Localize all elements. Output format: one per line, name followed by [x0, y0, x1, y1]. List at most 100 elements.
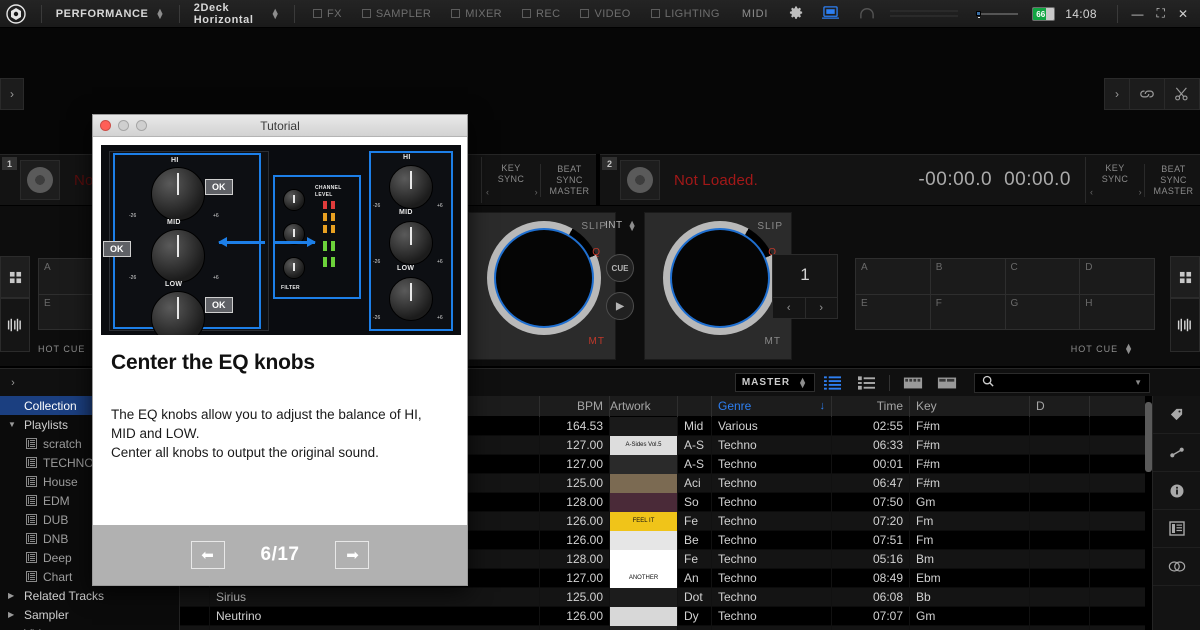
deck-count-selector[interactable]: 1 ‹ › — [772, 254, 838, 319]
scissors-icon[interactable] — [1164, 78, 1200, 110]
quantize-label[interactable]: Q — [592, 247, 601, 258]
deck-1-jog-wheel[interactable]: SLIP Q MT — [468, 212, 616, 360]
maximize-button[interactable]: ⛶ — [1157, 6, 1165, 21]
deck-2-jog-wheel[interactable]: SLIP Q MT — [644, 212, 792, 360]
sidebar-item-related-tracks[interactable]: ▶Related Tracks — [0, 586, 179, 605]
jog-dial[interactable] — [487, 221, 601, 335]
deck-2-hotcue-pads[interactable]: A B C D E F G H — [855, 258, 1155, 330]
toggle-video[interactable]: VIDEO — [570, 8, 640, 20]
checkbox-icon[interactable] — [580, 9, 589, 18]
column-header-time[interactable]: Time — [832, 396, 910, 417]
sidebar-collapse-button[interactable]: › — [0, 370, 26, 396]
hotcue-pad[interactable]: A — [856, 259, 930, 294]
midi-button[interactable]: MIDI — [730, 8, 780, 20]
toggle-lighting[interactable]: LIGHTING — [641, 8, 730, 20]
cue-button[interactable]: CUE — [606, 254, 634, 282]
expander-icon[interactable]: ▶ — [8, 610, 18, 619]
table-row[interactable]: Neutrino126.00DyTechno07:07Gm — [180, 607, 1152, 626]
beat-grid-icon[interactable] — [0, 298, 30, 352]
hotcue-pad[interactable]: A — [39, 259, 95, 294]
maximize-icon[interactable] — [136, 120, 147, 131]
link-icon[interactable] — [1129, 78, 1165, 110]
chevron-updown-icon[interactable]: ▲▼ — [1124, 344, 1134, 354]
expander-icon[interactable]: ▼ — [8, 420, 18, 429]
toggle-rec[interactable]: REC — [512, 8, 570, 20]
detail-view-icon[interactable] — [849, 370, 883, 396]
master-volume-slider[interactable] — [962, 13, 1032, 15]
toggle-sampler[interactable]: SAMPLER — [352, 8, 441, 20]
master-tempo-label[interactable]: MT — [589, 336, 605, 347]
checkbox-icon[interactable] — [362, 9, 371, 18]
tutorial-titlebar[interactable]: Tutorial — [93, 115, 467, 137]
minimize-icon[interactable] — [118, 120, 129, 131]
sidebar-item-video[interactable]: ▶Video — [0, 624, 179, 630]
beat-sync-button[interactable]: BEAT SYNC MASTER — [540, 164, 592, 197]
tutorial-next-button[interactable]: ➡ — [335, 541, 369, 569]
slip-label[interactable]: SLIP — [757, 221, 783, 232]
artwork-view-icon[interactable] — [896, 370, 930, 396]
key-down-icon[interactable]: ‹ — [486, 187, 489, 198]
table-row[interactable]: Sirius125.00DotTechno06:08Bb — [180, 588, 1152, 607]
pad-grid-icon[interactable] — [0, 256, 30, 298]
search-input[interactable]: ▼ — [974, 373, 1150, 393]
expand-left-panel-button[interactable]: › — [0, 78, 24, 110]
expand-right-panel-button[interactable]: › — [1104, 78, 1130, 110]
master-tempo-label[interactable]: MT — [765, 336, 781, 347]
jog-dial[interactable] — [663, 221, 777, 335]
column-header-d[interactable]: D — [1030, 396, 1090, 417]
info-icon[interactable] — [1153, 472, 1200, 510]
minimize-button[interactable]: — — [1132, 7, 1144, 21]
laptop-display-icon[interactable] — [813, 5, 848, 23]
table-row[interactable]: Midnight Love125.00MidTechno09:14Am — [180, 626, 1152, 630]
gear-icon[interactable] — [780, 5, 813, 23]
browser-panel-icon[interactable] — [1153, 510, 1200, 548]
key-down-icon[interactable]: ‹ — [1090, 187, 1093, 198]
artwork-view-alt-icon[interactable] — [930, 370, 964, 396]
scrollbar-thumb[interactable] — [1145, 402, 1152, 472]
master-label[interactable]: MASTER — [1151, 186, 1196, 197]
checkbox-icon[interactable] — [651, 9, 660, 18]
key-up-icon[interactable]: › — [1139, 187, 1142, 198]
column-header-bpm[interactable]: BPM — [540, 396, 610, 417]
hotcue-pad[interactable]: C — [1006, 259, 1080, 294]
rekordbox-logo-icon[interactable] — [0, 0, 33, 28]
beat-grid-icon[interactable] — [1170, 298, 1200, 352]
hotcue-pad[interactable]: H — [1080, 295, 1154, 330]
column-header-genre[interactable]: Genre↓ — [712, 396, 832, 417]
table-scrollbar[interactable] — [1145, 396, 1152, 630]
tag-icon[interactable] — [1153, 396, 1200, 434]
beat-sync-button[interactable]: BEAT SYNC MASTER — [1144, 164, 1196, 197]
slip-label[interactable]: SLIP — [581, 221, 607, 232]
toggle-fx[interactable]: FX — [303, 8, 352, 20]
performance-mode-selector[interactable]: PERFORMANCE ▲▼ — [50, 8, 171, 20]
link-icon[interactable] — [1153, 548, 1200, 586]
key-sync-button[interactable]: KEY SYNC ‹› — [1090, 163, 1140, 198]
tutorial-prev-button[interactable]: ⬅ — [191, 541, 225, 569]
related-icon[interactable] — [1153, 434, 1200, 472]
toggle-mixer[interactable]: MIXER — [441, 8, 512, 20]
deck-2-hotcue-mode[interactable]: HOT CUE ▲▼ — [1071, 344, 1134, 354]
master-label[interactable]: MASTER — [547, 186, 592, 197]
slider-handle[interactable] — [976, 11, 981, 16]
chevron-updown-icon[interactable]: ▲▼ — [156, 9, 166, 19]
chevron-down-icon[interactable]: ▼ — [1134, 378, 1142, 387]
hotcue-pad[interactable]: E — [39, 295, 95, 330]
close-icon[interactable] — [100, 120, 111, 131]
hotcue-pad[interactable]: D — [1080, 259, 1154, 294]
checkbox-icon[interactable] — [451, 9, 460, 18]
hotcue-pad[interactable]: E — [856, 295, 930, 330]
deck-count-next[interactable]: › — [806, 298, 838, 318]
hotcue-pad[interactable]: G — [1006, 295, 1080, 330]
key-sync-button[interactable]: KEY SYNC ‹› — [486, 163, 536, 198]
column-header-artist[interactable] — [678, 396, 712, 417]
deck-count-prev[interactable]: ‹ — [773, 298, 806, 318]
pad-grid-icon[interactable] — [1170, 256, 1200, 298]
master-output-selector[interactable]: MASTER ▲▼ — [735, 373, 815, 392]
hotcue-pad[interactable]: B — [931, 259, 1005, 294]
play-button[interactable]: ▶ — [606, 292, 634, 320]
int-mode-selector[interactable]: INT ▲▼ — [605, 220, 637, 231]
chevron-updown-icon[interactable]: ▲▼ — [798, 378, 808, 388]
checkbox-icon[interactable] — [522, 9, 531, 18]
column-header-key[interactable]: Key — [910, 396, 1030, 417]
checkbox-icon[interactable] — [313, 9, 322, 18]
